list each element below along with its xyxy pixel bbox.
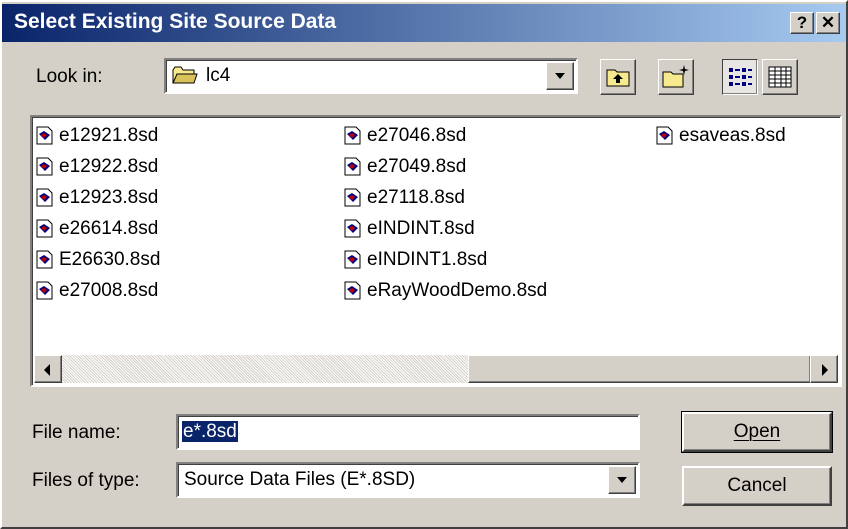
- horizontal-scrollbar[interactable]: [34, 355, 838, 383]
- help-button[interactable]: ?: [790, 12, 814, 34]
- file-list-item[interactable]: e27008.8sd: [36, 276, 158, 305]
- look-in-combo[interactable]: lc4: [164, 58, 578, 94]
- file-list-item[interactable]: e12922.8sd: [36, 152, 158, 181]
- source-data-file-icon: [36, 157, 53, 176]
- arrow-left-icon: [44, 364, 50, 376]
- source-data-file-icon: [36, 219, 53, 238]
- details-view-button[interactable]: [762, 59, 798, 95]
- file-name-text: e27049.8sd: [367, 155, 467, 177]
- file-name-text: E26630.8sd: [59, 248, 161, 270]
- details-view-icon: [768, 66, 792, 88]
- cancel-button[interactable]: Cancel: [682, 466, 832, 506]
- source-data-file-icon: [36, 188, 53, 207]
- file-list-item[interactable]: e12923.8sd: [36, 183, 158, 212]
- file-list-item[interactable]: eINDINT1.8sd: [344, 245, 487, 274]
- file-name-text: e27118.8sd: [367, 186, 465, 208]
- source-data-file-icon: [36, 250, 53, 269]
- folder-icon: [172, 66, 198, 84]
- source-data-file-icon: [344, 250, 361, 269]
- files-of-type-dropdown-button[interactable]: [608, 466, 636, 494]
- open-button-label: Open: [733, 421, 781, 442]
- file-name-text: e12923.8sd: [59, 186, 159, 208]
- scroll-right-button[interactable]: [810, 355, 838, 383]
- file-name-input[interactable]: e*.8sd: [176, 414, 640, 450]
- file-list-item[interactable]: e12921.8sd: [36, 121, 158, 150]
- source-data-file-icon: [344, 126, 361, 145]
- new-folder-icon: [662, 65, 689, 88]
- file-name-text: e27008.8sd: [59, 279, 159, 301]
- file-name-text: e12921.8sd: [59, 124, 159, 146]
- files-of-type-combo[interactable]: Source Data Files (E*.8SD): [176, 462, 640, 498]
- file-list-item[interactable]: e26614.8sd: [36, 214, 158, 243]
- file-name-text: eRayWoodDemo.8sd: [367, 279, 548, 301]
- scrollbar-thumb[interactable]: [468, 355, 811, 383]
- window-title: Select Existing Site Source Data: [14, 10, 337, 33]
- title-bar[interactable]: Select Existing Site Source Data ? ✕: [2, 4, 846, 42]
- look-in-label: Look in:: [36, 66, 103, 87]
- arrow-right-icon: [822, 364, 828, 376]
- file-name-text: e12922.8sd: [59, 155, 159, 177]
- files-of-type-label: Files of type:: [32, 470, 140, 491]
- file-list-item[interactable]: eINDINT.8sd: [344, 214, 475, 243]
- chevron-down-icon: [617, 477, 627, 483]
- open-button[interactable]: Open: [681, 411, 833, 453]
- file-name-text: eINDINT.8sd: [367, 217, 475, 239]
- file-list-item[interactable]: esaveas.8sd: [656, 121, 786, 150]
- file-list-item[interactable]: e27046.8sd: [344, 121, 466, 150]
- source-data-file-icon: [36, 281, 53, 300]
- close-icon: ✕: [820, 13, 836, 32]
- file-name-text: eINDINT1.8sd: [367, 248, 488, 270]
- up-one-level-icon: [606, 69, 630, 87]
- scroll-left-button[interactable]: [34, 355, 62, 383]
- files-of-type-value: Source Data Files (E*.8SD): [184, 469, 416, 490]
- file-list-item[interactable]: e27118.8sd: [344, 183, 465, 212]
- list-view-icon: [729, 68, 752, 86]
- up-one-level-button[interactable]: [600, 59, 636, 95]
- dialog-window: Select Existing Site Source Data ? ✕ Loo…: [0, 0, 848, 529]
- list-view-button[interactable]: [722, 59, 758, 95]
- look-in-value: lc4: [206, 65, 231, 86]
- source-data-file-icon: [344, 157, 361, 176]
- cancel-button-label: Cancel: [727, 475, 787, 496]
- source-data-file-icon: [344, 219, 361, 238]
- file-list-item[interactable]: e27049.8sd: [344, 152, 466, 181]
- file-name-text: esaveas.8sd: [679, 124, 786, 146]
- source-data-file-icon: [344, 188, 361, 207]
- source-data-file-icon: [36, 126, 53, 145]
- file-name-value: e*.8sd: [182, 421, 238, 442]
- file-list-item[interactable]: eRayWoodDemo.8sd: [344, 276, 547, 305]
- file-name-text: e27046.8sd: [367, 124, 467, 146]
- file-list-item[interactable]: E26630.8sd: [36, 245, 160, 274]
- file-name-text: e26614.8sd: [59, 217, 159, 239]
- new-folder-button[interactable]: [658, 59, 694, 95]
- source-data-file-icon: [656, 126, 673, 145]
- chevron-down-icon: [555, 73, 565, 79]
- help-icon: ?: [796, 13, 808, 32]
- look-in-dropdown-button[interactable]: [546, 62, 574, 90]
- file-list[interactable]: e12921.8sd e12922.8sd e12923.8sd e26614.8sd…: [30, 115, 842, 387]
- source-data-file-icon: [344, 281, 361, 300]
- file-name-label: File name:: [32, 422, 121, 443]
- close-button[interactable]: ✕: [816, 12, 840, 34]
